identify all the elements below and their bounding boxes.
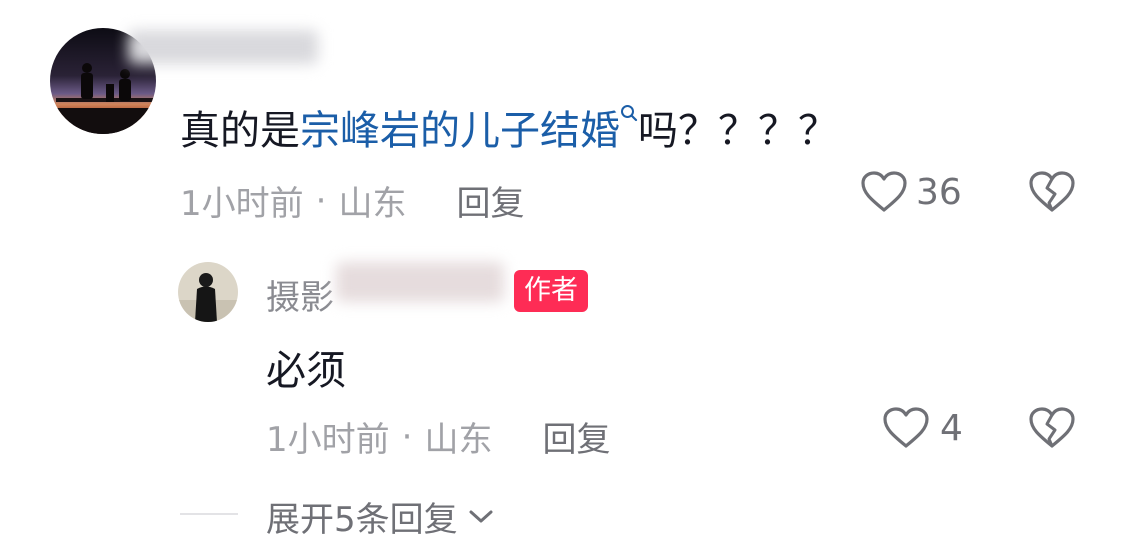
comment-like-count: 36 [916,171,962,213]
comment-like-button[interactable]: 36 [860,170,962,214]
reply-like-button[interactable]: 4 [882,406,963,450]
reply-text: 必须 [266,348,346,394]
comment-location: 山东 [338,184,407,224]
comment-text-before: 真的是 [180,108,300,154]
reply-time: 1小时前 [266,420,390,460]
comment-time: 1小时前 [180,184,304,224]
expand-replies-label: 展开5条回复 [266,500,458,540]
comment-dislike-button[interactable] [1028,170,1076,214]
heart-icon [883,407,929,448]
username-redacted [336,262,504,302]
reply-button[interactable]: 回复 [542,412,610,461]
meta-separator: · [401,416,413,457]
reply-button[interactable]: 回复 [456,176,524,225]
reply-dislike-button[interactable] [1028,406,1076,450]
search-link[interactable]: 宗峰岩的儿子结婚 [300,105,638,154]
broken-heart-icon [1029,171,1075,212]
meta-separator: · [315,180,327,221]
reply-location: 山东 [424,420,493,460]
expand-divider [180,513,238,515]
comment-text: 真的是宗峰岩的儿子结婚 吗？？？？ [180,98,838,156]
expand-replies-button[interactable]: 展开5条回复 [266,492,496,541]
reply-username[interactable]: 摄影 [266,270,334,319]
comment-meta: 1小时前 · 山东 回复 [180,176,524,225]
reply-like-count: 4 [940,407,963,449]
reply-meta: 1小时前 · 山东 回复 [266,412,610,461]
heart-icon [861,171,907,212]
broken-heart-icon [1029,407,1075,448]
author-badge: 作者 [514,270,588,312]
author-avatar[interactable] [178,262,238,322]
person-photo-image [178,262,238,322]
search-link-label: 宗峰岩的儿子结婚 [300,108,620,154]
search-icon [621,105,638,122]
chevron-down-icon [469,510,493,522]
comment-text-after: 吗？？？？ [638,108,838,154]
username-redacted [128,30,318,64]
